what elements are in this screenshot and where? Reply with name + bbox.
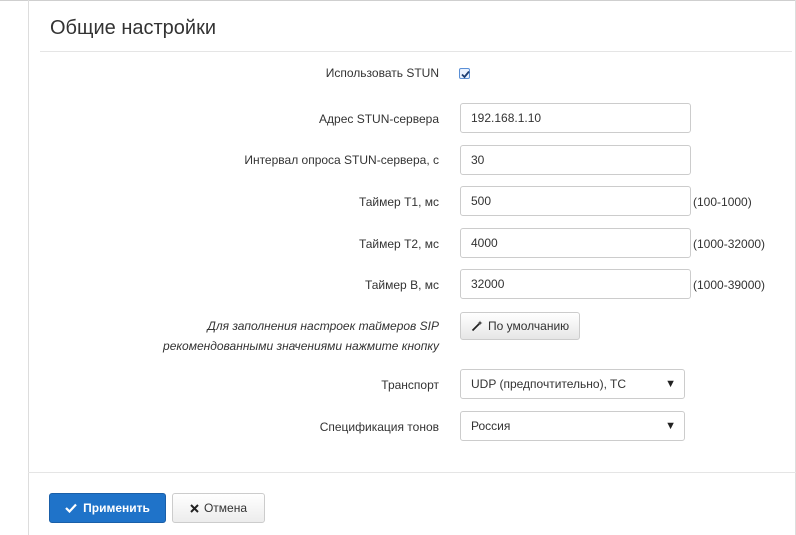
- apply-button[interactable]: Применить: [49, 493, 166, 523]
- timer-b-label: Таймер B, мс: [364, 278, 439, 292]
- timer-b-hint: (1000-39000): [693, 278, 766, 292]
- timer-t2-label: Таймер T2, мс: [358, 237, 439, 251]
- checkmark-icon: [461, 70, 470, 79]
- cancel-button-label: Отмена: [203, 501, 248, 515]
- footer-divider: [28, 472, 796, 473]
- stun-server-label: Адрес STUN-сервера: [319, 112, 439, 126]
- use-stun-label: Использовать STUN: [325, 66, 439, 80]
- transport-selected-value: UDP (предпочтительно), TC: [471, 377, 627, 391]
- magic-wand-icon: [471, 320, 483, 332]
- defaults-button-label: По умолчанию: [488, 319, 570, 333]
- close-icon: [190, 503, 199, 513]
- cancel-button[interactable]: Отмена: [172, 493, 265, 523]
- timer-t1-input[interactable]: 500: [460, 186, 691, 216]
- use-stun-checkbox[interactable]: [459, 68, 470, 79]
- timers-defaults-note: Для заполнения настроек таймеров SIP рек…: [19, 316, 439, 356]
- note-line-1: Для заполнения настроек таймеров SIP: [207, 319, 439, 333]
- stun-interval-label: Интервал опроса STUN-сервера, с: [244, 153, 439, 167]
- apply-button-label: Применить: [83, 501, 150, 515]
- note-line-2: рекомендованными значениями нажмите кноп…: [163, 339, 439, 353]
- timer-t2-input[interactable]: 4000: [460, 228, 691, 258]
- stun-server-input[interactable]: 192.168.1.10: [460, 103, 691, 133]
- frame-top-border: [0, 0, 796, 1]
- check-icon: [65, 503, 77, 513]
- defaults-button[interactable]: По умолчанию: [460, 312, 581, 340]
- frame-left-border: [28, 0, 29, 535]
- timer-b-input[interactable]: 32000: [460, 269, 691, 299]
- section-title: Общие настройки: [50, 17, 216, 39]
- dropdown-arrow-icon: ▼: [665, 420, 676, 432]
- timer-t2-hint: (1000-32000): [693, 237, 766, 251]
- transport-select[interactable]: UDP (предпочтительно), TC ▼: [460, 369, 685, 399]
- timer-t1-hint: (100-1000): [693, 195, 752, 209]
- tones-select[interactable]: Россия ▼: [460, 411, 685, 441]
- section-divider: [40, 51, 792, 52]
- dropdown-arrow-icon: ▼: [665, 378, 676, 390]
- tones-label: Спецификация тонов: [319, 420, 439, 434]
- transport-label: Транспорт: [381, 378, 439, 392]
- stun-interval-input[interactable]: 30: [460, 145, 691, 175]
- tones-selected-value: Россия: [471, 419, 511, 433]
- timer-t1-label: Таймер T1, мс: [358, 195, 439, 209]
